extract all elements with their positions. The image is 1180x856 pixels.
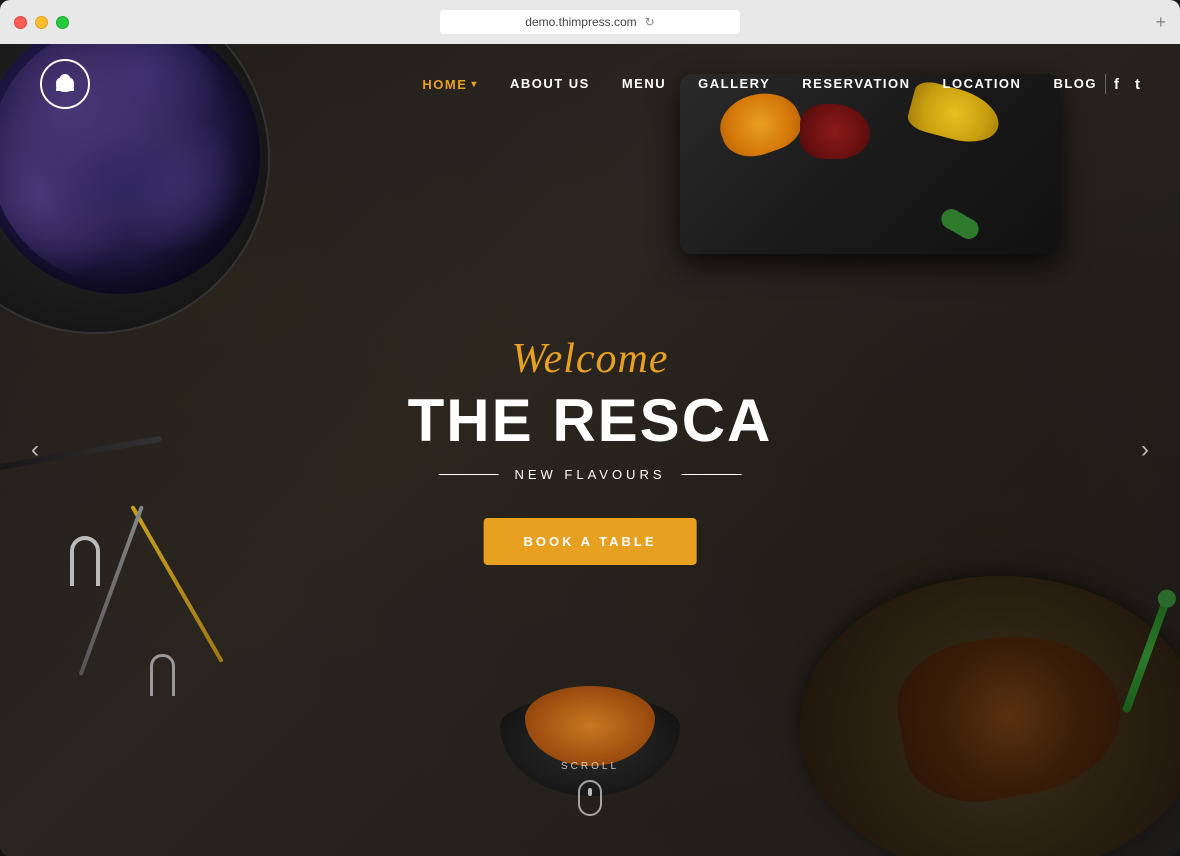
nav-links: HOME ▾ ABOUT US MENU GALLERY RESERVAT xyxy=(422,75,1097,93)
nav-blog-label: BLOG xyxy=(1053,76,1097,91)
scroll-indicator: SCROLL xyxy=(561,761,619,816)
home-chevron-icon: ▾ xyxy=(471,79,478,90)
tools-decoration xyxy=(50,456,350,756)
nav-item-blog[interactable]: BLOG xyxy=(1053,75,1097,93)
paperclip-2 xyxy=(150,654,175,696)
twitter-link[interactable]: t xyxy=(1135,76,1140,93)
hero-background: HOME ▾ ABOUT US MENU GALLERY RESERVAT xyxy=(0,44,1180,856)
slider-prev-button[interactable]: ‹ xyxy=(15,430,55,470)
logo[interactable] xyxy=(40,59,90,109)
slider-next-button[interactable]: › xyxy=(1125,430,1165,470)
food-item-green xyxy=(938,205,983,242)
hero-content: Welcome THE RESCA NEW FLAVOURS BOOK A TA… xyxy=(408,335,773,565)
nav-location-label: LOCATION xyxy=(943,76,1022,91)
nav-reservation-label: RESERVATION xyxy=(802,76,910,91)
address-bar[interactable]: demo.thimpress.com ↻ xyxy=(440,10,740,34)
browser-window: demo.thimpress.com ↻ + xyxy=(0,0,1180,856)
nav-about-label: ABOUT US xyxy=(510,76,590,91)
hero-subtitle: NEW FLAVOURS xyxy=(408,467,773,482)
nav-item-location[interactable]: LOCATION xyxy=(943,75,1022,93)
subtitle-line-right xyxy=(682,474,742,475)
compass-arm-silver xyxy=(79,505,144,676)
hero-welcome-text: Welcome xyxy=(408,335,773,383)
paperclip-1 xyxy=(70,536,100,586)
close-button[interactable] xyxy=(14,16,27,29)
nav-item-reservation[interactable]: RESERVATION xyxy=(802,75,910,93)
subtitle-text: NEW FLAVOURS xyxy=(514,467,665,482)
nav-item-gallery[interactable]: GALLERY xyxy=(698,75,770,93)
mac-window-buttons xyxy=(14,16,69,29)
facebook-link[interactable]: f xyxy=(1114,76,1119,93)
nav-item-home[interactable]: HOME ▾ xyxy=(422,77,478,92)
logo-icon xyxy=(40,59,90,109)
compass-arm-gold xyxy=(130,505,223,663)
nav-gallery-label: GALLERY xyxy=(698,76,770,91)
reload-icon[interactable]: ↻ xyxy=(645,15,655,29)
new-tab-button[interactable]: + xyxy=(1155,12,1166,33)
chef-hat-icon xyxy=(51,70,79,98)
scroll-label: SCROLL xyxy=(561,761,619,772)
maximize-button[interactable] xyxy=(56,16,69,29)
prev-arrow-icon: ‹ xyxy=(31,436,39,464)
page-content: HOME ▾ ABOUT US MENU GALLERY RESERVAT xyxy=(0,44,1180,856)
nav-menu-label: MENU xyxy=(622,76,666,91)
subtitle-line-left xyxy=(438,474,498,475)
hero-title: THE RESCA xyxy=(408,391,773,451)
nav-item-menu[interactable]: MENU xyxy=(622,75,666,93)
nav-social-links: f t xyxy=(1114,76,1140,93)
minimize-button[interactable] xyxy=(35,16,48,29)
next-arrow-icon: › xyxy=(1141,436,1149,464)
mac-titlebar: demo.thimpress.com ↻ + xyxy=(0,0,1180,44)
url-text: demo.thimpress.com xyxy=(525,15,636,29)
scroll-mouse-icon xyxy=(578,780,602,816)
book-table-button[interactable]: BOOK A TABLE xyxy=(483,518,696,565)
nav-item-about[interactable]: ABOUT US xyxy=(510,75,590,93)
navigation: HOME ▾ ABOUT US MENU GALLERY RESERVAT xyxy=(0,44,1180,124)
nav-home-label: HOME xyxy=(422,77,467,92)
nav-divider xyxy=(1105,74,1106,94)
food-steak-area xyxy=(780,556,1180,856)
